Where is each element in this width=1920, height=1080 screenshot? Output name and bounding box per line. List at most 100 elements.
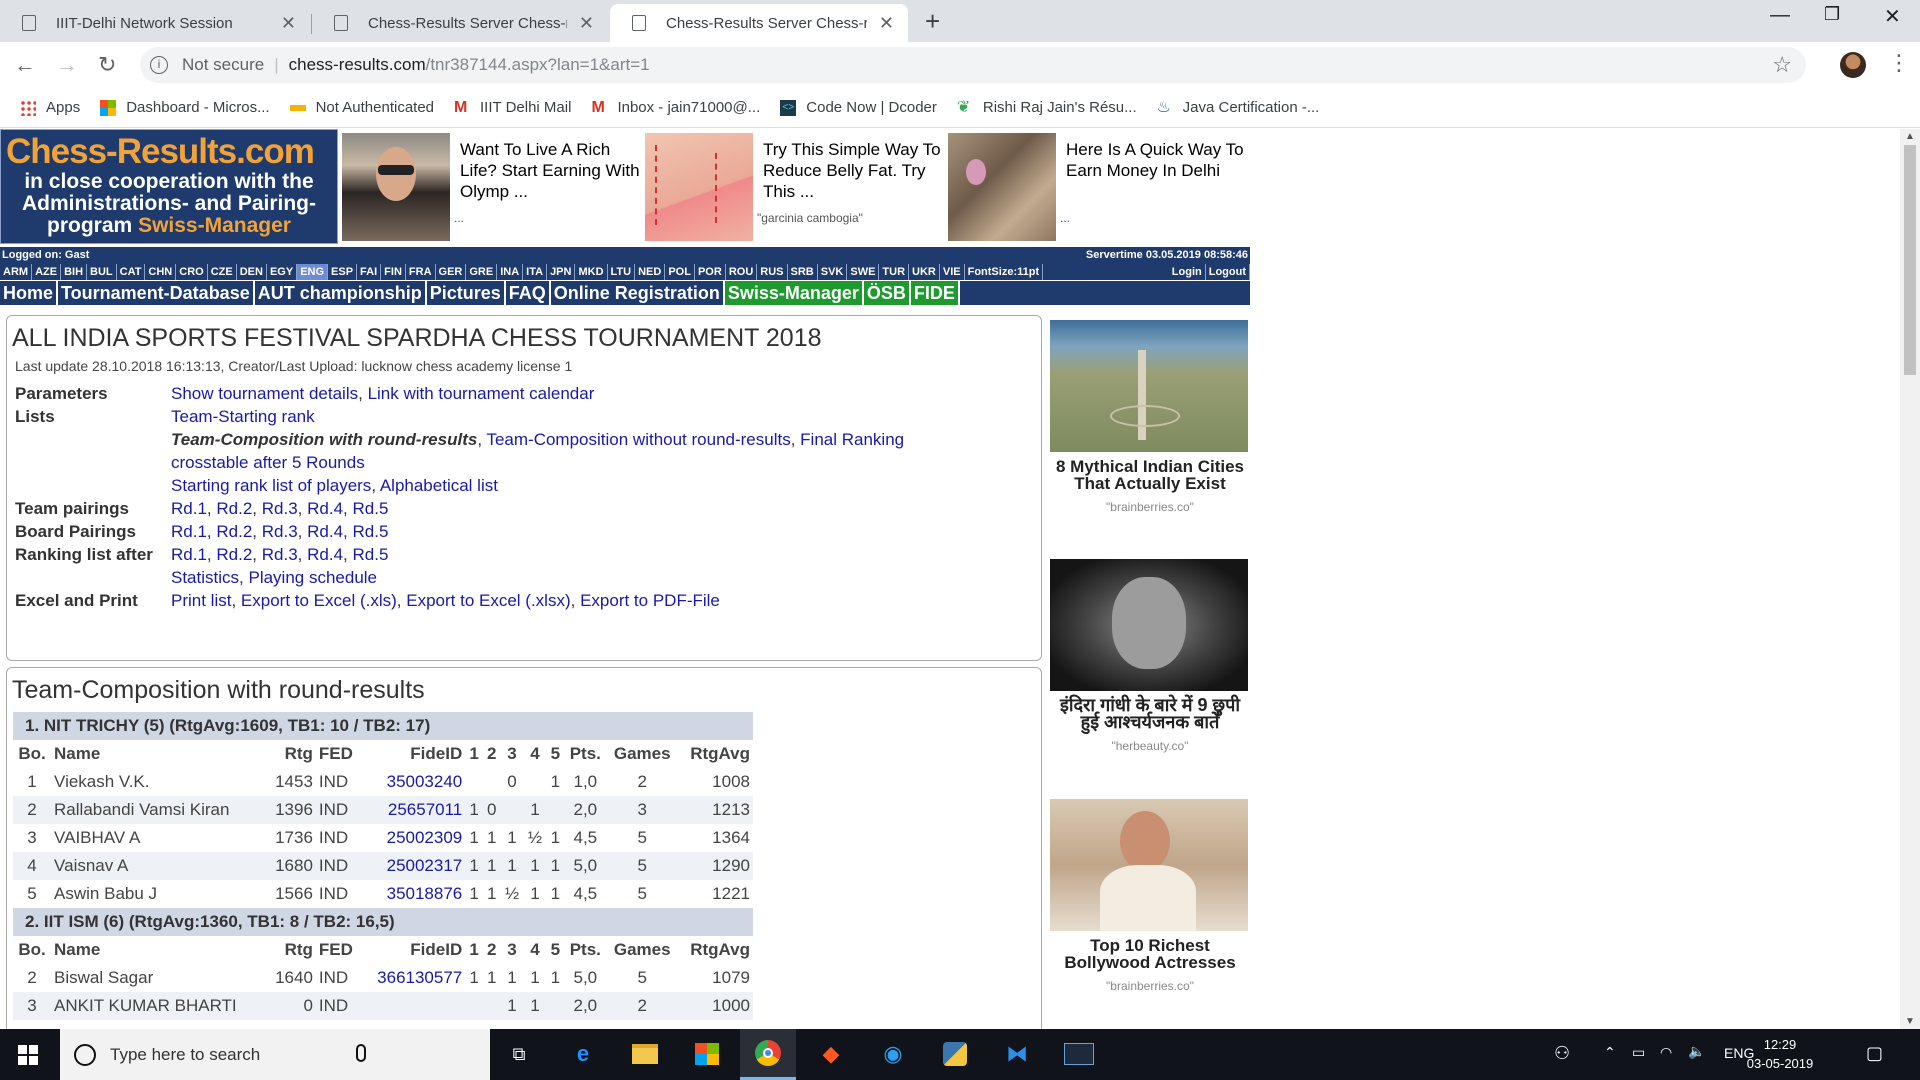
language-link[interactable]: BUL	[87, 264, 117, 280]
fide-id-link[interactable]: 25002309	[361, 824, 466, 852]
forward-icon[interactable]: →	[56, 52, 78, 78]
fide-id-link[interactable]: 35018876	[361, 880, 466, 908]
language-link[interactable]: UKR	[909, 264, 940, 280]
language-link[interactable]: FRA	[406, 264, 436, 280]
fide-id-link[interactable]: 366130577	[361, 964, 466, 992]
python-idle-icon[interactable]	[938, 1039, 972, 1069]
language-link[interactable]: RUS	[757, 264, 788, 280]
parameter-link[interactable]: Rd.4	[307, 522, 343, 541]
tab-iiit-session[interactable]: IIIT-Delhi Network Session ✕	[0, 4, 310, 42]
parameter-link[interactable]: Rd.3	[262, 545, 298, 564]
scroll-down-icon[interactable]: ▼	[1905, 1016, 1915, 1027]
store-icon[interactable]	[690, 1039, 724, 1069]
parameter-link[interactable]: Rd.5	[353, 522, 389, 541]
volume-icon[interactable]: 🔈	[1688, 1043, 1705, 1060]
side-ad-indira-gandhi[interactable]: इंदिरा गांधी के बारे में 9 छुपी हुई आश्च…	[1050, 559, 1250, 753]
side-ad-bollywood[interactable]: Top 10 Richest Bollywood Actresses "brai…	[1050, 799, 1250, 993]
fide-id-link[interactable]: 25657011	[361, 796, 466, 824]
parameter-link[interactable]: Rd.4	[307, 545, 343, 564]
mysql-icon[interactable]	[1062, 1039, 1096, 1069]
microphone-icon[interactable]	[356, 1044, 366, 1062]
parameter-link[interactable]: Link with tournament calendar	[368, 384, 595, 403]
menu-osb[interactable]: ÖSB	[863, 281, 911, 305]
app-icon-red[interactable]: ◆	[814, 1039, 848, 1069]
page-scrollbar[interactable]: ▲ ▼	[1900, 129, 1920, 1029]
language-link[interactable]: GRE	[466, 264, 498, 280]
language-link[interactable]: TUR	[879, 264, 910, 280]
menu-aut-championship[interactable]: AUT championship	[255, 281, 427, 305]
back-icon[interactable]: ←	[14, 52, 36, 78]
bookmark-apps[interactable]: Apps	[20, 99, 80, 116]
parameter-link[interactable]: Rd.4	[307, 499, 343, 518]
parameter-link[interactable]: Rd.1	[171, 522, 207, 541]
parameter-link[interactable]: Export to PDF-File	[580, 591, 720, 610]
language-link[interactable]: MKD	[575, 264, 608, 280]
language-link[interactable]: NED	[635, 264, 666, 280]
address-bar[interactable]: i Not secure | chess-results.com /tnr387…	[140, 47, 1806, 83]
bookmark-iiit-mail[interactable]: M IIIT Delhi Mail	[454, 99, 571, 116]
language-link[interactable]: POL	[665, 264, 695, 280]
parameter-link[interactable]: Rd.2	[216, 545, 252, 564]
parameter-link[interactable]: Statistics	[171, 568, 239, 587]
language-link[interactable]: FIN	[381, 264, 406, 280]
maximize-button[interactable]: ❐	[1824, 4, 1840, 25]
taskbar-search[interactable]: Type here to search	[60, 1029, 490, 1080]
edge-icon[interactable]: e	[566, 1039, 600, 1069]
language-link[interactable]: INA	[497, 264, 524, 280]
wifi-icon[interactable]: ◠	[1660, 1044, 1672, 1061]
menu-fide[interactable]: FIDE	[910, 281, 960, 305]
security-label[interactable]: Not secure	[182, 55, 264, 75]
battery-icon[interactable]: ▭	[1632, 1044, 1645, 1061]
close-icon[interactable]: ✕	[579, 13, 594, 34]
close-icon[interactable]: ✕	[879, 13, 894, 34]
parameter-link[interactable]: Rd.1	[171, 499, 207, 518]
close-icon[interactable]: ✕	[281, 13, 296, 34]
vscode-icon[interactable]: ⧓	[1000, 1039, 1034, 1069]
language-link[interactable]: EGY	[267, 264, 298, 280]
language-link[interactable]: ITA	[523, 264, 548, 280]
language-link[interactable]: BIH	[61, 264, 88, 280]
file-explorer-icon[interactable]	[628, 1039, 662, 1069]
ad-olymp[interactable]: Want To Live A Rich Life? Start Earning …	[342, 133, 645, 241]
language-link[interactable]: SWE	[847, 264, 880, 280]
language-link[interactable]: CRO	[176, 264, 208, 280]
parameter-link[interactable]: Alphabetical list	[380, 476, 498, 495]
windows-start-icon[interactable]	[18, 1045, 38, 1070]
parameter-link[interactable]: Team-Starting rank	[171, 407, 315, 426]
language-link[interactable]: SRB	[788, 264, 818, 280]
reload-icon[interactable]: ↻	[98, 52, 116, 78]
bookmark-resume[interactable]: ❦ Rishi Raj Jain's Résu...	[957, 99, 1137, 116]
tab-chess-results-active[interactable]: Chess-Results Server Chess-resul ✕	[610, 4, 908, 42]
menu-online-registration[interactable]: Online Registration	[551, 281, 725, 305]
show-hidden-icons[interactable]: ⌃	[1604, 1044, 1616, 1061]
fide-id-link[interactable]: 25002317	[361, 852, 466, 880]
menu-swiss-manager[interactable]: Swiss-Manager	[724, 281, 864, 305]
parameter-link[interactable]: Export to Excel (.xlsx)	[406, 591, 570, 610]
parameter-link[interactable]: Starting rank list of players	[171, 476, 371, 495]
fide-id-link[interactable]: 35003240	[361, 768, 466, 796]
language-link[interactable]: POR	[695, 264, 726, 280]
parameter-link[interactable]: Playing schedule	[248, 568, 377, 587]
menu-pictures[interactable]: Pictures	[427, 281, 506, 305]
bookmark-star-icon[interactable]: ☆	[1772, 52, 1792, 78]
minimize-button[interactable]: —	[1770, 4, 1790, 27]
menu-tournament-database[interactable]: Tournament-Database	[58, 281, 255, 305]
url-host[interactable]: chess-results.com	[289, 55, 426, 75]
language-link[interactable]: JPN	[547, 264, 576, 280]
network-app-icon[interactable]: ◉	[876, 1039, 910, 1069]
language-link[interactable]: CZE	[208, 264, 237, 280]
parameter-link[interactable]: Rd.5	[353, 545, 389, 564]
parameter-link[interactable]: Print list	[171, 591, 231, 610]
parameter-link[interactable]: Rd.1	[171, 545, 207, 564]
language-link[interactable]: ARM	[0, 264, 33, 280]
side-ad-mythical-cities[interactable]: 8 Mythical Indian Cities That Actually E…	[1050, 320, 1250, 514]
language-link[interactable]: LTU	[608, 264, 636, 280]
parameter-link[interactable]: Rd.2	[216, 522, 252, 541]
parameter-link[interactable]: Rd.5	[353, 499, 389, 518]
menu-home[interactable]: Home	[0, 281, 59, 305]
bookmark-dcoder[interactable]: <> Code Now | Dcoder	[780, 99, 937, 116]
language-link[interactable]: GER	[436, 264, 467, 280]
language-link[interactable]: ENG	[297, 264, 329, 280]
bookmark-java[interactable]: ♨ Java Certification -...	[1157, 99, 1320, 116]
ad-belly-fat[interactable]: Try This Simple Way To Reduce Belly Fat.…	[645, 133, 948, 241]
